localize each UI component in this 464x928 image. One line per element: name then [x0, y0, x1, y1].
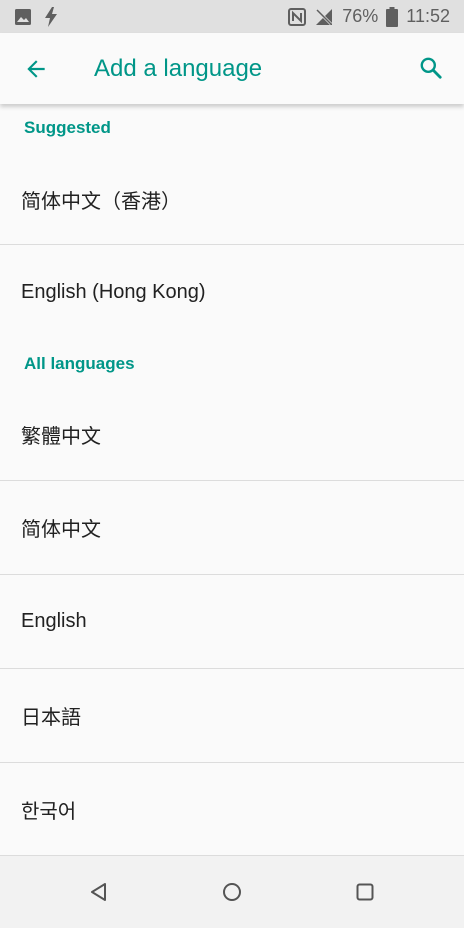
image-icon: [14, 8, 32, 26]
language-item[interactable]: 한국어: [0, 763, 464, 856]
language-list[interactable]: Suggested 简体中文（香港） English (Hong Kong) A…: [0, 104, 464, 856]
language-item[interactable]: 简体中文（香港）: [0, 154, 464, 244]
navigation-bar: [0, 856, 464, 928]
section-header-suggested: Suggested: [24, 118, 111, 137]
language-label: English (Hong Kong): [21, 280, 206, 303]
status-bar: 76% 11:52: [0, 0, 464, 33]
language-item[interactable]: English (Hong Kong): [0, 245, 464, 339]
language-item[interactable]: 日本語: [0, 669, 464, 762]
language-label: English: [21, 610, 87, 632]
battery-icon: [386, 6, 399, 27]
flash-icon: [44, 6, 58, 27]
battery-percent: 76%: [342, 6, 379, 26]
nav-home-button[interactable]: [216, 876, 248, 908]
search-icon: [420, 57, 442, 79]
home-circle-icon: [223, 883, 241, 901]
language-label: 日本語: [21, 707, 81, 729]
app-bar: Add a language: [0, 33, 464, 104]
language-label: 한국어: [21, 801, 77, 823]
page-title: Add a language: [94, 55, 263, 82]
language-label: 简体中文: [21, 519, 101, 541]
language-item[interactable]: 繁體中文: [0, 388, 464, 480]
back-triangle-icon: [91, 883, 106, 901]
language-item[interactable]: English: [0, 575, 464, 668]
back-arrow-icon: [27, 60, 45, 78]
recents-square-icon: [356, 883, 374, 901]
no-signal-icon: [314, 7, 334, 27]
language-item[interactable]: 简体中文: [0, 481, 464, 574]
language-label: 繁體中文: [21, 425, 101, 448]
language-label: 简体中文（香港）: [21, 190, 181, 213]
clock: 11:52: [406, 6, 450, 26]
nav-back-button[interactable]: [83, 876, 115, 908]
section-header-all-languages: All languages: [24, 354, 135, 373]
status-bar-right: 76% 11:52: [288, 6, 450, 27]
nav-recents-button[interactable]: [349, 876, 381, 908]
nfc-icon: [288, 7, 307, 26]
search-button[interactable]: [412, 49, 450, 87]
back-button[interactable]: [18, 51, 54, 87]
status-bar-left: [14, 6, 58, 27]
